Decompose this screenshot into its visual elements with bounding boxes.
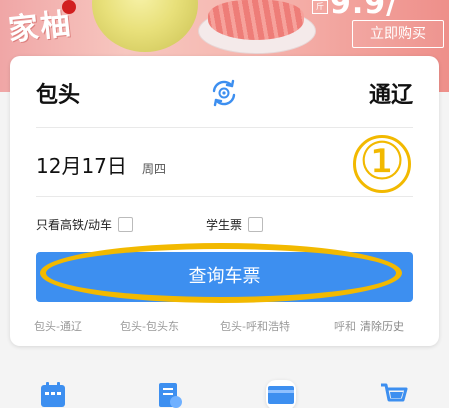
history-item[interactable]: 包头-通辽 — [34, 318, 82, 334]
buy-now-button[interactable]: 立即购买 — [352, 20, 444, 48]
high-speed-only-checkbox[interactable] — [118, 217, 134, 232]
history-item[interactable]: 包头-呼和浩特 — [220, 318, 290, 334]
student-ticket-label: 学生票 — [206, 218, 243, 232]
date-main: 12月17日 — [36, 154, 127, 178]
departure-date[interactable]: 12月17日 周四 — [36, 150, 166, 179]
high-speed-only-option[interactable]: 只看高铁/动车 — [36, 216, 134, 233]
divider — [36, 127, 413, 128]
search-card: 包头 通辽 12月17日 周四 ① 只看高铁/动车 学生票 查询车票 包头-通辽… — [10, 56, 439, 346]
swap-stations-icon[interactable] — [208, 77, 240, 109]
banner-unit-tag: 斤 — [312, 0, 328, 14]
student-ticket-option[interactable]: 学生票 — [206, 216, 264, 233]
cart-icon[interactable] — [378, 380, 408, 408]
search-tickets-button[interactable]: 查询车票 — [36, 252, 413, 302]
arrival-city[interactable]: 通辽 — [369, 77, 413, 109]
departure-city[interactable]: 包头 — [36, 77, 80, 109]
clear-history-button[interactable]: 清除历史 — [360, 318, 404, 334]
annotation-step-number: ① — [358, 132, 406, 192]
divider — [36, 196, 413, 197]
search-history: 包头-通辽 包头-包头东 包头-呼和浩特 呼和 清除历史 — [24, 318, 434, 334]
pomelo-flesh-image — [208, 0, 304, 40]
student-ticket-checkbox[interactable] — [248, 217, 264, 232]
feature-icons-row — [0, 380, 449, 408]
banner-calligraphy: 家柚 — [6, 6, 75, 49]
banner-price-text: 9.9/ — [330, 0, 399, 21]
history-item[interactable]: 包头-包头东 — [120, 318, 179, 334]
card-icon[interactable] — [266, 380, 296, 408]
history-item[interactable]: 呼和 — [334, 318, 356, 334]
calendar-icon[interactable] — [38, 380, 68, 408]
document-icon[interactable] — [154, 380, 184, 408]
pomelo-image — [92, 0, 198, 52]
high-speed-only-label: 只看高铁/动车 — [36, 218, 113, 232]
date-weekday: 周四 — [142, 162, 167, 176]
train-ticket-search-page: 家柚 斤 9.9/ 立即购买 包头 通辽 12月17日 周四 ① 只看高铁/动车 — [0, 0, 449, 408]
